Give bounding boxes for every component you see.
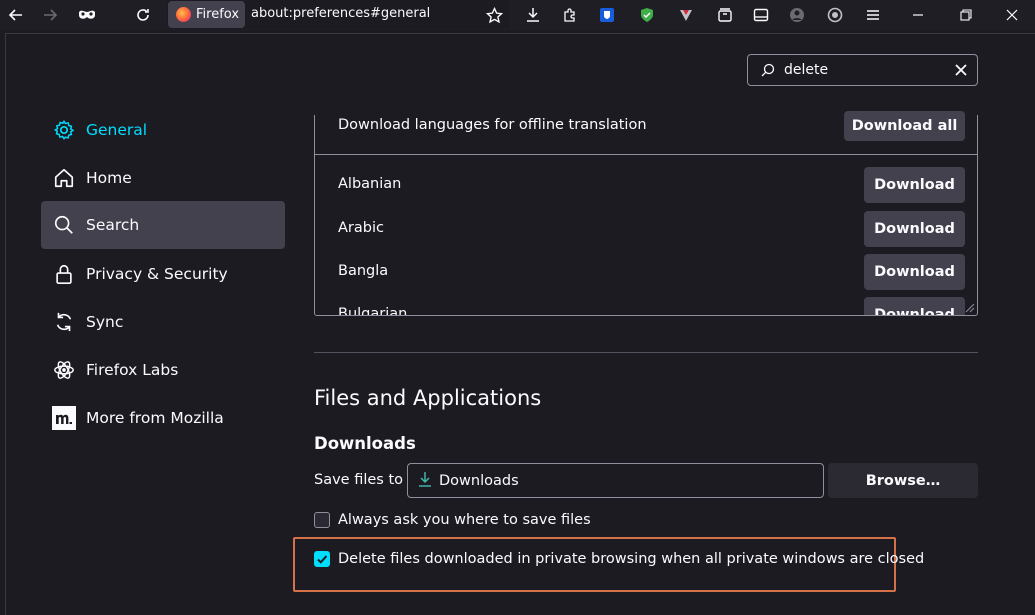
sidebar-item-general[interactable]: General [41,106,285,154]
always-ask-checkbox[interactable] [314,512,330,528]
language-name: Bulgarian [338,306,408,316]
restore-icon[interactable] [951,5,981,25]
downloads-heading: Downloads [314,434,416,453]
section-divider [314,352,978,353]
private-mask-icon[interactable] [74,3,100,27]
download-all-button[interactable]: Download all [844,111,965,141]
browse-label: Browse… [865,472,941,489]
download-language-button[interactable]: Download [864,167,965,203]
download-folder-field[interactable]: Downloads [407,463,824,498]
atom-icon [52,358,76,382]
lock-icon [52,262,76,286]
url-text[interactable]: about:preferences#general [251,6,430,21]
sidebar-item-sync[interactable]: Sync [41,298,285,346]
sidebar-item-label: Sync [86,313,124,331]
download-label: Download [874,177,955,193]
home-icon [52,166,76,190]
sync-status-icon[interactable] [822,3,848,27]
close-window-icon[interactable] [997,5,1027,25]
always-ask-option[interactable]: Always ask you where to save files [314,512,591,528]
resize-grip-icon[interactable] [963,301,975,313]
preferences-search[interactable]: delete [747,54,978,86]
identity-chip-label: Firefox [196,7,240,22]
delete-private-downloads-option[interactable]: Delete files downloaded in private brows… [314,551,924,567]
bookmark-star-icon[interactable] [481,3,507,27]
sync-icon [52,310,76,334]
firefox-logo-icon [176,7,191,22]
sidebar-toggle-icon[interactable] [748,3,774,27]
offline-translation-label: Download languages for offline translati… [338,117,647,133]
minimize-icon[interactable] [903,5,933,25]
checkmark-icon [317,555,328,564]
sidebar-item-search[interactable]: Search [41,201,285,249]
downloads-icon[interactable] [520,3,546,27]
identity-chip[interactable]: Firefox [168,1,245,28]
download-all-label: Download all [851,118,958,134]
download-arrow-icon [418,471,432,491]
forward-arrow-icon[interactable] [37,3,63,27]
download-label: Download [874,264,955,280]
files-applications-heading: Files and Applications [314,386,542,410]
sidebar-item-more-from-mozilla[interactable]: More from Mozilla [41,394,285,442]
sidebar-item-firefox-labs[interactable]: Firefox Labs [41,346,285,394]
language-name: Arabic [338,220,384,236]
search-icon [761,62,775,81]
sidebar-item-label: General [86,121,148,139]
gear-icon [52,118,76,142]
reload-icon[interactable] [130,3,156,27]
sidebar-item-label: Home [86,169,132,187]
adblock-shield-icon[interactable] [634,3,660,27]
always-ask-label: Always ask you where to save files [338,512,591,528]
container-tabs-icon[interactable] [712,3,738,27]
language-list[interactable]: Albanian Download Arabic Download Bangla… [314,155,978,316]
sidebar-item-home[interactable]: Home [41,154,285,202]
download-language-button[interactable]: Download [864,211,965,247]
download-language-button[interactable]: Download [864,297,965,316]
clear-search-icon[interactable] [951,60,971,80]
offline-translation-header: Download languages for offline translati… [314,111,978,155]
search-icon [52,213,76,237]
download-label: Download [874,221,955,237]
sidebar-item-label: Search [86,216,140,234]
browser-toolbar: Firefox about:preferences#general [0,0,1035,30]
sidebar-item-privacy[interactable]: Privacy & Security [41,250,285,298]
extensions-icon[interactable] [557,3,583,27]
sidebar-item-label: Firefox Labs [86,361,179,379]
browse-button[interactable]: Browse… [828,463,978,498]
cookie-extension-icon[interactable] [673,3,699,27]
delete-private-downloads-label: Delete files downloaded in private brows… [338,551,925,567]
download-folder-value: Downloads [439,472,519,489]
back-arrow-icon[interactable] [3,3,29,27]
sidebar-item-label: More from Mozilla [86,409,224,427]
download-label: Download [874,307,955,316]
save-files-label: Save files to [314,472,404,488]
search-input[interactable]: delete [784,62,828,78]
language-name: Bangla [338,263,389,279]
sidebar-item-label: Privacy & Security [86,265,228,283]
account-avatar-icon[interactable] [784,3,810,27]
mozilla-m-icon [52,406,76,430]
delete-private-downloads-checkbox[interactable] [314,551,330,567]
language-name: Albanian [338,176,402,192]
download-language-button[interactable]: Download [864,254,965,290]
bitwarden-extension-icon[interactable] [594,3,620,27]
app-menu-icon[interactable] [860,3,886,27]
